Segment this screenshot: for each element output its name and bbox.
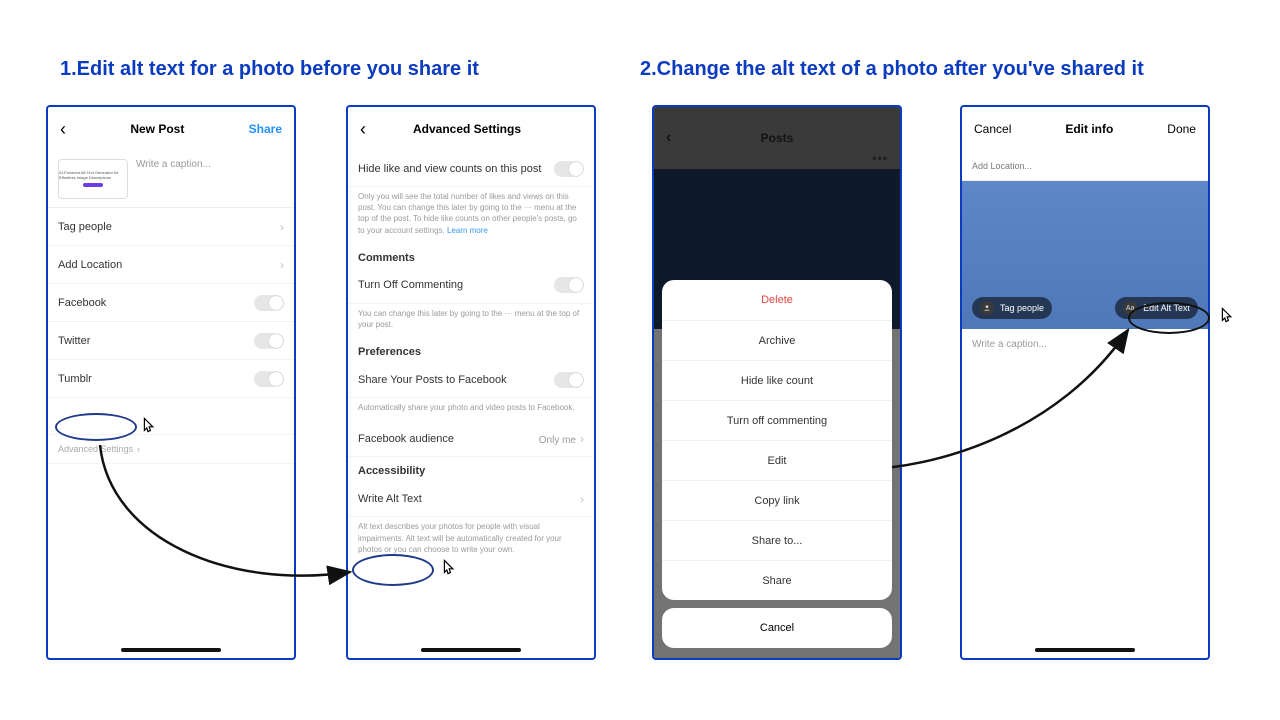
chevron-right-icon: › [280,220,284,234]
phone-edit-info: Cancel Edit info Done Add Location... Ta… [960,105,1210,660]
toggle-facebook[interactable] [254,295,284,311]
option-share[interactable]: Share [662,560,892,600]
done-button[interactable]: Done [1167,122,1196,136]
row-add-location[interactable]: Add Location... [962,151,1208,181]
row-write-alt-text[interactable]: Write Alt Text › [348,481,594,517]
row-turn-off-commenting[interactable]: Turn Off Commenting [348,268,594,304]
cursor-icon [1216,306,1236,330]
alt-text-icon: Aa [1123,301,1137,315]
phone-post-actions: ‹ Posts ••• Delete Archive Hide like cou… [652,105,902,660]
row-label: Facebook audience [358,433,454,445]
chevron-right-icon: › [580,432,584,446]
row-label: Tag people [58,221,112,233]
chevron-right-icon: › [580,492,584,506]
thumbnail-caption: AI-Powered Alt Text Generator for Effort… [59,171,127,181]
toggle-hide-counts[interactable] [554,161,584,177]
pill-label: Tag people [1000,303,1044,313]
home-indicator [121,648,221,652]
row-tumblr[interactable]: Tumblr [48,360,294,398]
row-label: Facebook [58,297,106,309]
row-facebook-audience[interactable]: Facebook audience Only me › [348,421,594,457]
row-tag-people[interactable]: Tag people › [48,208,294,246]
toggle-tumblr[interactable] [254,371,284,387]
hide-counts-note: Only you will see the total number of li… [348,187,594,244]
row-advanced-settings[interactable]: Advanced Settings › [48,434,294,464]
toggle-share-fb[interactable] [554,372,584,388]
row-label: Twitter [58,335,90,347]
option-hide-like-count[interactable]: Hide like count [662,360,892,400]
pill-label: Edit Alt Text [1143,303,1190,313]
page-title: Advanced Settings [413,122,521,136]
row-facebook[interactable]: Facebook [48,284,294,322]
learn-more-link[interactable]: Learn more [447,226,488,235]
row-label: Write Alt Text [358,493,422,505]
row-label: Turn Off Commenting [358,279,463,291]
page-title: New Post [130,122,184,136]
row-value: Only me [539,435,576,446]
row-label: Share Your Posts to Facebook [358,374,507,386]
caption-input[interactable]: Write a caption... [136,159,211,199]
caption-input[interactable]: Write a caption... [962,329,1208,360]
chevron-right-icon: › [137,444,140,454]
phone-new-post: ‹ New Post Share AI-Powered Alt Text Gen… [46,105,296,660]
home-indicator [421,648,521,652]
row-share-facebook[interactable]: Share Your Posts to Facebook [348,362,594,398]
row-label: Hide like and view counts on this post [358,163,541,175]
row-label: Tumblr [58,373,92,385]
back-icon[interactable]: ‹ [360,119,366,140]
person-icon [980,301,994,315]
section-preferences: Preferences [348,338,594,362]
option-edit[interactable]: Edit [662,440,892,480]
action-sheet: Delete Archive Hide like count Turn off … [662,280,892,600]
edit-alt-text-pill[interactable]: Aa Edit Alt Text [1115,297,1198,319]
cancel-button[interactable]: Cancel [662,608,892,648]
section-accessibility: Accessibility [348,457,594,481]
toggle-commenting[interactable] [554,277,584,293]
step-2-heading: 2.Change the alt text of a photo after y… [640,58,1144,81]
step-1-heading: 1.Edit alt text for a photo before you s… [60,58,479,81]
share-button[interactable]: Share [249,122,282,136]
row-twitter[interactable]: Twitter [48,322,294,360]
option-copy-link[interactable]: Copy link [662,480,892,520]
post-thumbnail[interactable]: AI-Powered Alt Text Generator for Effort… [58,159,128,199]
section-comments: Comments [348,244,594,268]
post-photo: Tag people Aa Edit Alt Text [962,181,1208,329]
option-archive[interactable]: Archive [662,320,892,360]
option-delete[interactable]: Delete [662,280,892,320]
commenting-note: You can change this later by going to th… [348,304,594,338]
page-title: Edit info [1065,122,1113,136]
toggle-twitter[interactable] [254,333,284,349]
back-icon[interactable]: ‹ [60,119,66,140]
phone-advanced-settings: ‹ Advanced Settings Hide like and view c… [346,105,596,660]
option-turn-off-comment[interactable]: Turn off commenting [662,400,892,440]
chevron-right-icon: › [280,258,284,272]
row-hide-counts[interactable]: Hide like and view counts on this post [348,151,594,187]
home-indicator [1035,648,1135,652]
option-share-to[interactable]: Share to... [662,520,892,560]
write-alt-note: Alt text describes your photos for peopl… [348,517,594,563]
row-add-location[interactable]: Add Location › [48,246,294,284]
cancel-button[interactable]: Cancel [974,122,1011,136]
share-fb-note: Automatically share your photo and video… [348,398,594,421]
tag-people-pill[interactable]: Tag people [972,297,1052,319]
row-label: Advanced Settings [58,444,133,454]
row-label: Add Location [58,259,122,271]
